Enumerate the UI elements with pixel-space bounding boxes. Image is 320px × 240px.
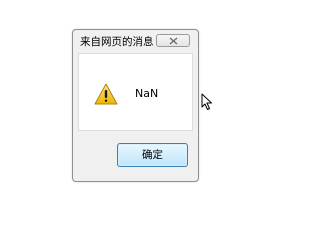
- dialog-title: 来自网页的消息: [80, 36, 154, 48]
- mouse-pointer-icon: [201, 93, 212, 110]
- screen: 来自网页的消息 NaN 确定: [0, 0, 255, 205]
- alert-dialog: 来自网页的消息 NaN 确定: [72, 29, 199, 182]
- ok-button[interactable]: 确定: [117, 143, 188, 167]
- dialog-message: NaN: [135, 87, 159, 100]
- close-icon: [169, 37, 178, 45]
- close-button[interactable]: [156, 34, 190, 47]
- dialog-titlebar[interactable]: 来自网页的消息: [73, 30, 198, 52]
- warning-icon: [94, 83, 118, 105]
